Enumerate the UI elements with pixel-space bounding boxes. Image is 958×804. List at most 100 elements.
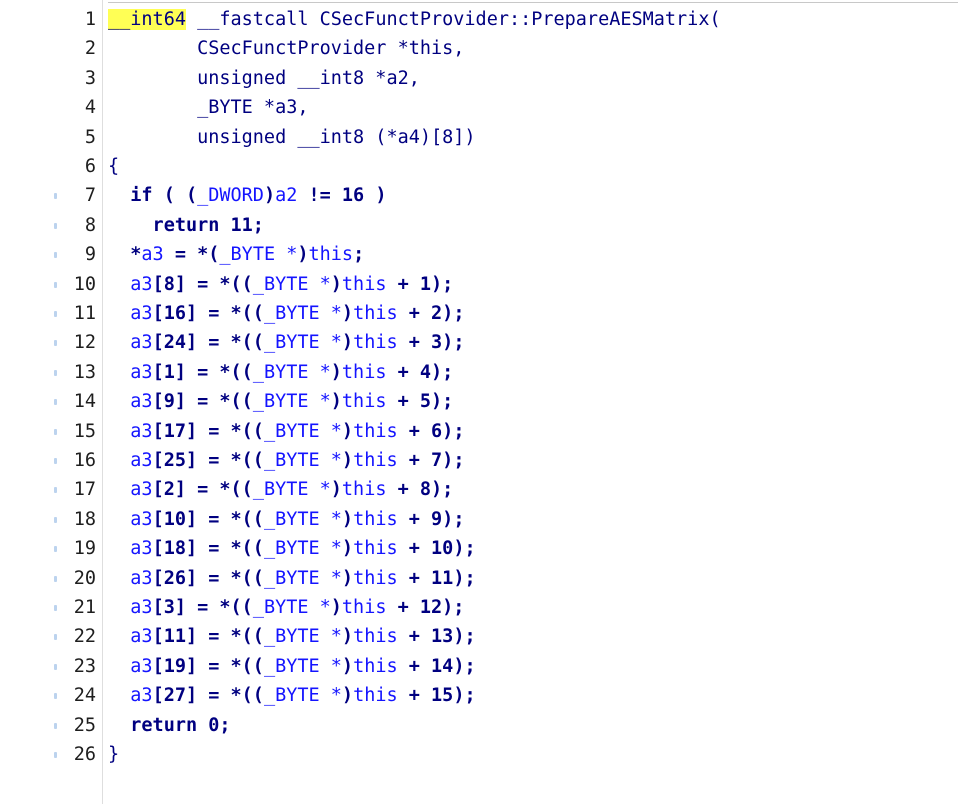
breakpoint-marker[interactable] — [54, 722, 57, 729]
code-text[interactable]: a3[17] = *((_BYTE *)this + 6); — [108, 417, 464, 447]
code-token[interactable]: [18] = *(( — [153, 538, 264, 559]
code-token[interactable]: ) — [331, 479, 342, 500]
code-token[interactable]: __fastcall CSecFunctProvider::PrepareAES… — [186, 9, 721, 30]
code-text[interactable]: a3[16] = *((_BYTE *)this + 2); — [108, 299, 464, 329]
code-text[interactable]: __int64 __fastcall CSecFunctProvider::Pr… — [108, 5, 721, 35]
code-token[interactable] — [108, 391, 130, 412]
code-token[interactable]: != 16 ) — [297, 185, 386, 206]
code-token[interactable]: ) — [331, 362, 342, 383]
code-token[interactable]: _BYTE * — [264, 685, 342, 706]
code-token[interactable]: ) — [342, 656, 353, 677]
breakpoint-marker[interactable] — [54, 634, 57, 641]
code-token[interactable]: + 1); — [386, 274, 454, 295]
code-token[interactable] — [108, 450, 130, 471]
code-token[interactable]: _BYTE * — [264, 421, 342, 442]
code-token[interactable]: + 3); — [398, 332, 465, 353]
code-token[interactable]: ) — [342, 332, 353, 353]
code-token[interactable] — [108, 274, 130, 295]
code-token[interactable]: ) — [331, 274, 342, 295]
code-line[interactable]: 10 a3[8] = *((_BYTE *)this + 1); — [0, 270, 958, 300]
code-token[interactable]: ) — [342, 538, 353, 559]
code-token[interactable]: _BYTE *a3, — [108, 97, 308, 118]
code-token[interactable]: this — [353, 450, 398, 471]
code-token[interactable]: if ( ( — [108, 185, 197, 206]
breakpoint-marker[interactable] — [54, 369, 57, 376]
code-token[interactable]: this — [342, 274, 387, 295]
code-token[interactable]: this — [353, 421, 398, 442]
code-token[interactable]: __int64 — [108, 9, 186, 30]
code-text[interactable]: if ( (_DWORD)a2 != 16 ) — [108, 181, 386, 211]
code-token[interactable]: _BYTE * — [264, 568, 342, 589]
code-token[interactable]: [8] = *(( — [153, 274, 253, 295]
code-token[interactable] — [108, 479, 130, 500]
code-token[interactable]: + 2); — [398, 303, 465, 324]
code-token[interactable]: [3] = *(( — [153, 597, 253, 618]
code-token[interactable]: ; — [353, 244, 364, 265]
code-token[interactable]: + 8); — [386, 479, 454, 500]
code-text[interactable]: _BYTE *a3, — [108, 93, 308, 123]
code-text[interactable]: a3[8] = *((_BYTE *)this + 1); — [108, 270, 453, 300]
code-token[interactable] — [108, 509, 130, 530]
code-line[interactable]: 8 return 11; — [0, 211, 958, 241]
code-token[interactable]: [11] = *(( — [153, 626, 264, 647]
code-line[interactable]: 22 a3[11] = *((_BYTE *)this + 13); — [0, 622, 958, 652]
breakpoint-marker[interactable] — [54, 399, 57, 406]
code-token[interactable]: CSecFunctProvider *this, — [108, 38, 464, 59]
code-line[interactable]: 7 if ( (_DWORD)a2 != 16 ) — [0, 181, 958, 211]
code-text[interactable]: a3[9] = *((_BYTE *)this + 5); — [108, 387, 453, 417]
code-token[interactable]: * — [108, 244, 141, 265]
code-text[interactable]: a3[25] = *((_BYTE *)this + 7); — [108, 446, 464, 476]
code-text[interactable]: a3[24] = *((_BYTE *)this + 3); — [108, 328, 464, 358]
code-line[interactable]: 20 a3[26] = *((_BYTE *)this + 11); — [0, 564, 958, 594]
code-token[interactable]: [17] = *(( — [153, 421, 264, 442]
code-token[interactable]: this — [309, 244, 354, 265]
code-line[interactable]: 21 a3[3] = *((_BYTE *)this + 12); — [0, 593, 958, 623]
code-token[interactable]: ) — [342, 421, 353, 442]
breakpoint-marker[interactable] — [54, 663, 57, 670]
code-token[interactable]: + 11); — [398, 568, 476, 589]
code-text[interactable]: a3[11] = *((_BYTE *)this + 13); — [108, 622, 475, 652]
code-line[interactable]: 25 return 0; — [0, 711, 958, 741]
code-token[interactable]: a3 — [130, 391, 152, 412]
code-line[interactable]: 23 a3[19] = *((_BYTE *)this + 14); — [0, 652, 958, 682]
code-token[interactable]: _DWORD — [197, 185, 264, 206]
code-line[interactable]: 4 _BYTE *a3, — [0, 93, 958, 123]
code-token[interactable]: this — [353, 656, 398, 677]
code-line[interactable]: 24 a3[27] = *((_BYTE *)this + 15); — [0, 681, 958, 711]
code-token[interactable]: [24] = *(( — [153, 332, 264, 353]
code-token[interactable]: ) — [342, 303, 353, 324]
code-token[interactable]: a3 — [130, 332, 152, 353]
code-token[interactable]: unsigned __int8 *a2, — [108, 68, 420, 89]
code-line[interactable]: 19 a3[18] = *((_BYTE *)this + 10); — [0, 534, 958, 564]
code-token[interactable]: ) — [342, 450, 353, 471]
code-token[interactable]: this — [353, 509, 398, 530]
code-token[interactable]: + 6); — [398, 421, 465, 442]
breakpoint-marker[interactable] — [54, 516, 57, 523]
breakpoint-marker[interactable] — [54, 281, 57, 288]
code-token[interactable]: [25] = *(( — [153, 450, 264, 471]
code-token[interactable]: [9] = *(( — [153, 391, 253, 412]
code-token[interactable]: [27] = *(( — [153, 685, 264, 706]
code-token[interactable]: this — [353, 538, 398, 559]
code-token[interactable]: [1] = *(( — [153, 362, 253, 383]
code-token[interactable]: _BYTE * — [253, 274, 331, 295]
code-token[interactable]: _BYTE * — [253, 391, 331, 412]
code-token[interactable] — [108, 568, 130, 589]
code-token[interactable]: = *( — [164, 244, 220, 265]
code-line[interactable]: 11 a3[16] = *((_BYTE *)this + 2); — [0, 299, 958, 329]
code-text[interactable]: { — [108, 152, 119, 182]
code-line[interactable]: 18 a3[10] = *((_BYTE *)this + 9); — [0, 505, 958, 535]
code-token[interactable]: ) — [342, 509, 353, 530]
code-token[interactable]: _BYTE * — [264, 509, 342, 530]
code-token[interactable]: a3 — [130, 509, 152, 530]
code-line[interactable]: 16 a3[25] = *((_BYTE *)this + 7); — [0, 446, 958, 476]
pseudocode-view[interactable]: 1 __int64 __fastcall CSecFunctProvider::P… — [0, 0, 958, 804]
code-token[interactable]: this — [353, 626, 398, 647]
breakpoint-marker[interactable] — [54, 252, 57, 259]
code-line[interactable]: 12 a3[24] = *((_BYTE *)this + 3); — [0, 328, 958, 358]
code-token[interactable]: unsigned __int8 (*a4)[8]) — [108, 127, 475, 148]
code-text[interactable]: CSecFunctProvider *this, — [108, 34, 464, 64]
code-token[interactable]: ) — [331, 597, 342, 618]
code-text[interactable]: a3[1] = *((_BYTE *)this + 4); — [108, 358, 453, 388]
code-token[interactable]: + 7); — [398, 450, 465, 471]
